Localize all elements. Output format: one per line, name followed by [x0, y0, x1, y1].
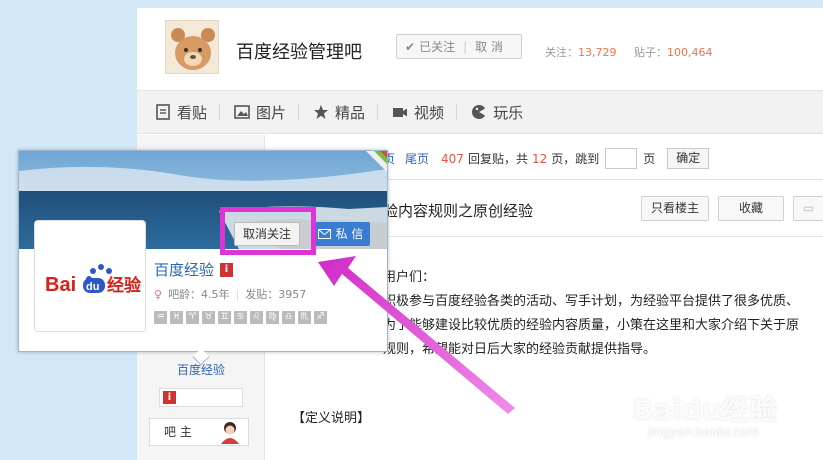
follow-toggle-button[interactable]: ✔ 已关注 | 取 消: [396, 34, 522, 59]
private-message-label: 私 信: [335, 227, 364, 241]
forum-title: 百度经验管理吧: [236, 42, 362, 63]
separator: |: [235, 287, 240, 301]
zodiac-badges: ♒ ♓ ♈ ♉ ♊ ♋ ♌ ♍ ♎ ♏ ♐: [154, 311, 327, 324]
level-icon: i: [220, 262, 234, 277]
nav-divider: [377, 104, 379, 120]
female-icon: ♀: [154, 287, 163, 301]
post-title: 验内容规则之原创经验: [383, 202, 534, 220]
tab-images[interactable]: 图片: [234, 102, 298, 123]
page-jump-input[interactable]: [605, 148, 638, 169]
tab-posts[interactable]: 看贴: [155, 102, 219, 123]
reply-label: 回复贴，共: [467, 152, 528, 166]
follow-label: 关注：: [545, 46, 578, 59]
card-user-meta: ♀ 吧龄：4.5年 | 发贴：3957: [154, 286, 306, 302]
highlight-box: [220, 207, 316, 255]
image-icon: [234, 105, 250, 119]
definition-heading: 【定义说明】: [292, 411, 371, 426]
follow-count: 13,729: [578, 46, 617, 59]
bar-age: 吧龄：4.5年: [168, 288, 230, 301]
nav-divider: [456, 104, 458, 120]
post-line: 用户们：: [383, 270, 436, 285]
zodiac-icon: ♓: [170, 311, 183, 324]
collect-button[interactable]: 收藏: [718, 196, 784, 221]
watermark-url: jingyan.baidu.com: [648, 425, 759, 439]
bar-master-label: 吧 主: [164, 425, 192, 439]
card-user-name-link[interactable]: 百度经验: [154, 259, 214, 280]
forum-nav: 看贴 图片 精品 视频 玩乐: [137, 90, 823, 134]
video-camera-icon: [393, 108, 408, 117]
zodiac-icon: ♍: [266, 311, 279, 324]
game-icon: [472, 105, 487, 119]
reply-button[interactable]: ▭: [793, 196, 823, 221]
level-icon: i: [163, 391, 176, 404]
nav-divider: [219, 104, 221, 120]
posts-label: 贴子：: [633, 46, 667, 59]
zodiac-icon: ♐: [314, 311, 327, 324]
tab-video[interactable]: 视频: [392, 102, 456, 123]
bar-master-icon: [218, 420, 242, 444]
zodiac-icon: ♏: [298, 311, 311, 324]
private-message-button[interactable]: 私 信: [311, 222, 370, 246]
zodiac-icon: ♈: [186, 311, 199, 324]
separator: |: [463, 39, 468, 54]
post-line: 规则，希望能对日后大家的经验贡献提供指导。: [383, 342, 657, 357]
divider: [383, 236, 823, 237]
forum-avatar[interactable]: [165, 20, 219, 74]
tab-posts-label: 看贴: [177, 103, 208, 122]
forum-stats: 关注：13,729 贴子：100,464: [545, 44, 712, 60]
post-line: 为了能够建设比较优质的经验内容质量，小策在这里和大家介绍下关于原: [383, 318, 800, 333]
only-owner-button[interactable]: 只看楼主: [641, 196, 709, 221]
logo-text-du: du: [86, 281, 99, 293]
logo-text-en: Bai: [45, 274, 76, 296]
author-level-badge: i: [159, 388, 243, 407]
tab-video-label: 视频: [414, 103, 445, 122]
card-user-name: 百度经验 i: [154, 259, 234, 280]
tab-featured-label: 精品: [335, 103, 366, 122]
tab-fun-label: 玩乐: [493, 103, 524, 122]
post-count: 发贴：3957: [245, 288, 307, 301]
comment-icon: ▭: [802, 201, 815, 215]
star-icon: [314, 105, 329, 119]
post-line: 积极参与百度经验各类的活动、写手计划，为经验平台提供了很多优质、: [383, 294, 800, 309]
post-body: 用户们： 积极参与百度经验各类的活动、写手计划，为经验平台提供了很多优质、 为了…: [383, 266, 823, 362]
zodiac-icon: ♊: [218, 311, 231, 324]
watermark-logo: Baidu经验: [632, 393, 778, 426]
page-count: 12: [531, 151, 548, 166]
posts-count: 100,464: [666, 46, 713, 59]
page-unit-label2: 页: [643, 152, 656, 166]
check-icon: ✔: [405, 39, 416, 54]
zodiac-icon: ♋: [234, 311, 247, 324]
tab-featured[interactable]: 精品: [313, 102, 377, 123]
follow-state-label: 已关注: [419, 40, 456, 54]
card-corner-flag-icon: [366, 151, 387, 172]
tab-fun[interactable]: 玩乐: [471, 102, 535, 123]
mail-icon: [317, 229, 331, 239]
zodiac-icon: ♉: [202, 311, 215, 324]
reply-count: 407: [441, 151, 464, 166]
last-page-link[interactable]: 尾页: [405, 150, 429, 167]
document-icon: [156, 104, 170, 120]
zodiac-icon: ♎: [282, 311, 295, 324]
zodiac-icon: ♌: [250, 311, 263, 324]
zodiac-icon: ♒: [154, 311, 167, 324]
nav-divider: [298, 104, 300, 120]
cancel-follow-label[interactable]: 取 消: [475, 38, 503, 55]
page-unit-label: 页，跳到: [551, 152, 600, 166]
pager: 页 尾页 407 回复贴，共 12 页，跳到 页 确定: [383, 148, 710, 169]
card-user-avatar[interactable]: Bai du 经验: [34, 220, 146, 332]
logo-text-cn: 经验: [107, 275, 142, 296]
page-jump-button[interactable]: 确定: [667, 148, 710, 169]
tab-images-label: 图片: [256, 103, 287, 122]
